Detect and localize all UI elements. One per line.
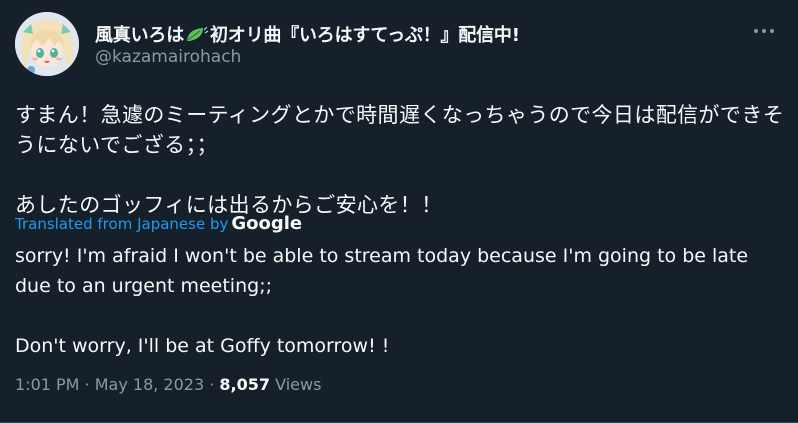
more-options-icon[interactable]: [752, 26, 776, 36]
display-name-part2: 初オリ曲『いろはすてっぷ！』配信中!: [210, 25, 520, 46]
tweet-meta: 1:01 PM · May 18, 2023 · 8,057 Views: [15, 375, 321, 394]
tweet-translated-paragraph: Don't worry, I'll be at Goffy tomorrow! …: [15, 335, 390, 357]
leaf-icon: [187, 26, 209, 41]
tweet-date[interactable]: May 18, 2023: [95, 375, 204, 394]
tweet-original-paragraph: すまん！急遽のミーティングとかで時間遅くなっちゃうので今日は配信ができそうにない…: [15, 103, 785, 157]
translated-label: Translated from Japanese by: [15, 215, 229, 233]
google-logo: Google: [231, 213, 303, 234]
tweet: 風真いろは 初オリ曲『いろはすてっぷ！』配信中! @kazamairohach …: [0, 0, 798, 423]
views-count[interactable]: 8,057: [219, 375, 270, 394]
anime-avatar-icon: [15, 12, 79, 76]
tweet-original-text: すまん！急遽のミーティングとかで時間遅くなっちゃうので今日は配信ができそうにない…: [15, 100, 785, 220]
display-name-part1: 風真いろは: [95, 25, 184, 46]
translation-attribution[interactable]: Translated from Japanese by Google: [15, 213, 302, 234]
meta-separator: ·: [204, 375, 220, 394]
tweet-translated-paragraph: sorry! I'm afraid I won't be able to str…: [15, 245, 749, 297]
meta-separator: ·: [79, 375, 95, 394]
tweet-translated-text: sorry! I'm afraid I won't be able to str…: [15, 241, 785, 361]
user-handle[interactable]: @kazamairohach: [95, 47, 241, 67]
avatar[interactable]: [15, 12, 79, 76]
views-label: Views: [270, 375, 322, 394]
tweet-time[interactable]: 1:01 PM: [15, 375, 79, 394]
display-name[interactable]: 風真いろは 初オリ曲『いろはすてっぷ！』配信中!: [95, 21, 520, 47]
